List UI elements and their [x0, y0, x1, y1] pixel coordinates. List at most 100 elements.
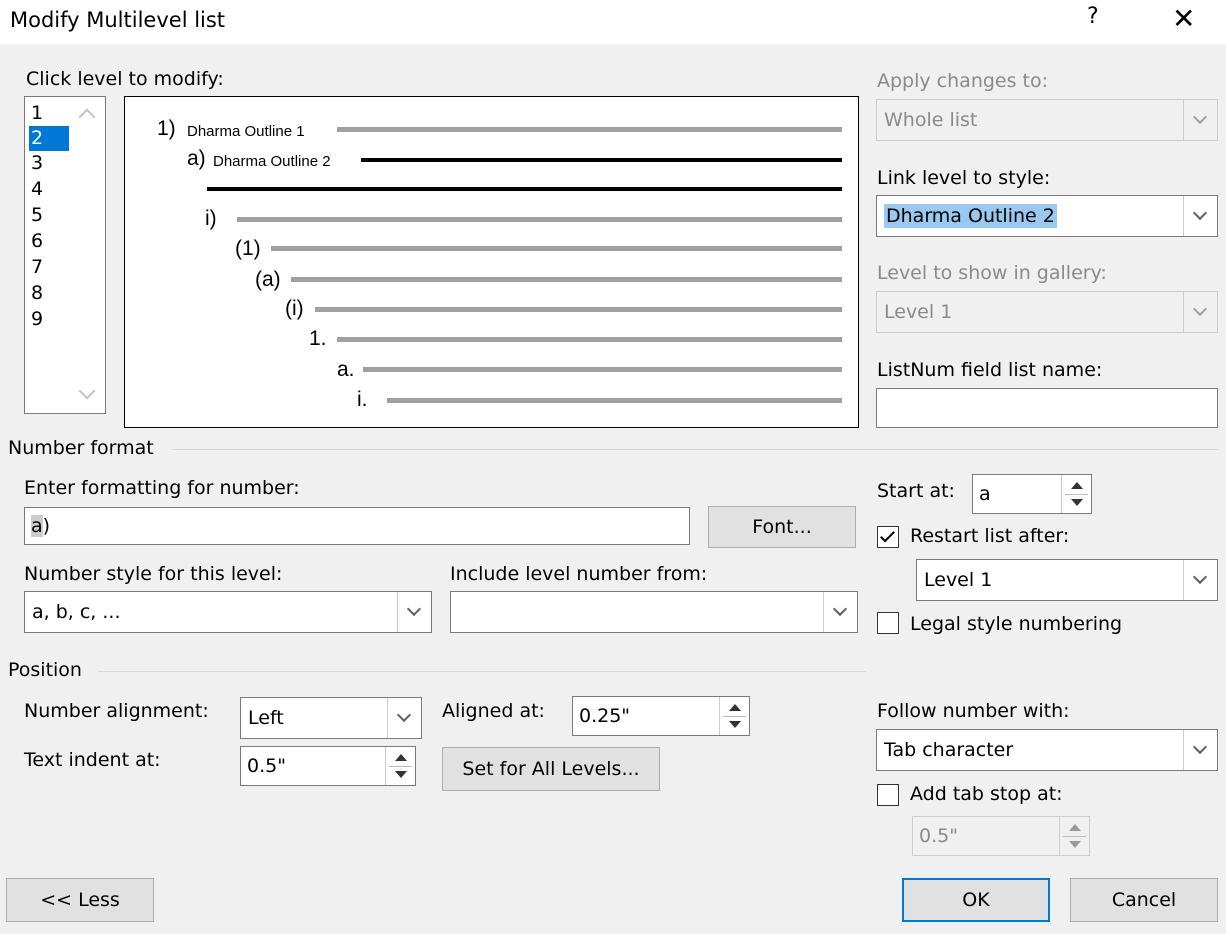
restart-list-label: Restart list after: — [910, 525, 1070, 547]
less-button[interactable]: << Less — [6, 878, 154, 922]
spin-up-icon[interactable] — [1071, 482, 1083, 489]
level-scrollbar[interactable] — [71, 97, 105, 413]
chevron-down-icon[interactable] — [832, 601, 848, 617]
set-for-all-levels-button[interactable]: Set for All Levels... — [442, 747, 660, 791]
preview-text: Dharma Outline 1 — [187, 123, 305, 140]
include-level-label: Include level number from: — [450, 563, 708, 585]
ok-button[interactable]: OK — [902, 878, 1050, 922]
spin-up-icon[interactable] — [395, 754, 407, 761]
preview-line — [361, 158, 842, 162]
level-item-4[interactable]: 4 — [29, 177, 69, 202]
link-level-select[interactable]: Dharma Outline 2 — [876, 195, 1218, 237]
spin-up-icon[interactable] — [729, 704, 741, 711]
spin-down-icon[interactable] — [395, 771, 407, 778]
text-indent-value: 0.5" — [247, 755, 286, 777]
preview-number: (a) — [255, 268, 281, 291]
preview-number: 1. — [309, 327, 327, 350]
follow-number-value: Tab character — [884, 739, 1014, 761]
scroll-down-icon[interactable] — [78, 382, 96, 400]
restart-after-select[interactable]: Level 1 — [916, 559, 1218, 601]
start-at-value: a — [979, 483, 991, 505]
help-icon[interactable]: ? — [1087, 4, 1099, 29]
chevron-down-icon[interactable] — [406, 601, 422, 617]
level-item-7[interactable]: 7 — [29, 255, 69, 280]
spin-buttons[interactable] — [719, 697, 749, 735]
apply-changes-select: Whole list — [876, 99, 1218, 141]
number-alignment-select[interactable]: Left — [240, 697, 422, 739]
add-tab-stop-checkbox[interactable] — [877, 784, 899, 806]
preview-text: Dharma Outline 2 — [213, 153, 331, 170]
include-level-select[interactable] — [450, 591, 858, 633]
chevron-down-icon[interactable] — [1192, 205, 1208, 221]
chevron-down-icon — [1192, 301, 1208, 317]
aligned-at-spinner[interactable]: 0.25" — [572, 696, 750, 736]
preview-line — [387, 398, 842, 403]
chevron-down-icon[interactable] — [1192, 739, 1208, 755]
scroll-up-icon[interactable] — [78, 108, 96, 126]
level-item-2[interactable]: 2 — [29, 126, 69, 151]
link-level-label: Link level to style: — [877, 167, 1051, 189]
section-divider — [98, 671, 866, 672]
restart-list-checkbox[interactable] — [877, 526, 899, 548]
spin-buttons[interactable] — [385, 747, 415, 785]
position-heading: Position — [8, 659, 82, 681]
gallery-level-select: Level 1 — [876, 291, 1218, 333]
preview-line — [291, 277, 842, 282]
text-indent-label: Text indent at: — [24, 749, 161, 771]
aligned-at-label: Aligned at: — [442, 700, 545, 722]
preview-line — [363, 367, 842, 372]
number-alignment-value: Left — [248, 707, 284, 729]
gallery-level-value: Level 1 — [884, 301, 953, 323]
start-at-label: Start at: — [877, 480, 955, 502]
preview-number: i. — [357, 388, 368, 411]
number-alignment-label: Number alignment: — [24, 700, 209, 722]
gallery-level-label: Level to show in gallery: — [877, 262, 1107, 284]
section-divider — [172, 449, 1218, 450]
spin-buttons[interactable] — [1061, 475, 1091, 513]
number-style-label: Number style for this level: — [24, 563, 283, 585]
preview-number: a) — [187, 147, 206, 170]
text-indent-spinner[interactable]: 0.5" — [240, 746, 416, 786]
legal-style-label: Legal style numbering — [910, 613, 1123, 635]
level-item-1[interactable]: 1 — [29, 101, 69, 126]
cancel-button[interactable]: Cancel — [1070, 878, 1218, 922]
level-item-9[interactable]: 9 — [29, 307, 69, 332]
level-item-5[interactable]: 5 — [29, 203, 69, 228]
level-item-3[interactable]: 3 — [29, 151, 69, 176]
close-icon[interactable]: ✕ — [1172, 2, 1195, 35]
preview-line — [237, 217, 842, 222]
listnum-label: ListNum field list name: — [877, 359, 1103, 381]
chevron-down-icon[interactable] — [1192, 569, 1208, 585]
preview-line — [337, 127, 842, 132]
spin-down-icon — [1069, 841, 1081, 848]
preview-line — [271, 246, 842, 251]
follow-number-select[interactable]: Tab character — [876, 729, 1218, 771]
spin-down-icon[interactable] — [729, 721, 741, 728]
preview-line — [315, 307, 842, 312]
chevron-down-icon — [1192, 109, 1208, 125]
spin-down-icon[interactable] — [1071, 499, 1083, 506]
preview-number: a. — [337, 358, 355, 381]
format-number-input[interactable]: a) — [24, 507, 690, 545]
level-item-8[interactable]: 8 — [29, 281, 69, 306]
preview-number: (i) — [285, 297, 304, 320]
preview-line — [207, 187, 842, 191]
chevron-down-icon[interactable] — [396, 707, 412, 723]
listnum-input[interactable] — [876, 388, 1218, 428]
apply-changes-label: Apply changes to: — [877, 70, 1049, 92]
font-button[interactable]: Font... — [708, 506, 856, 548]
legal-style-checkbox[interactable] — [877, 612, 899, 634]
follow-number-label: Follow number with: — [877, 700, 1070, 722]
start-at-spinner[interactable]: a — [972, 474, 1092, 514]
level-listbox[interactable]: 1 2 3 4 5 6 7 8 9 — [24, 96, 106, 414]
click-level-label: Click level to modify: — [26, 68, 224, 90]
number-style-value: a, b, c, ... — [32, 601, 121, 623]
dialog-title: Modify Multilevel list — [10, 8, 226, 32]
level-item-6[interactable]: 6 — [29, 229, 69, 254]
list-preview: 1) Dharma Outline 1 a) Dharma Outline 2 … — [124, 96, 859, 428]
preview-number: (1) — [235, 237, 261, 260]
spin-up-icon — [1069, 824, 1081, 831]
link-level-value: Dharma Outline 2 — [884, 204, 1057, 228]
number-style-select[interactable]: a, b, c, ... — [24, 591, 432, 633]
add-tab-stop-label: Add tab stop at: — [910, 783, 1063, 805]
